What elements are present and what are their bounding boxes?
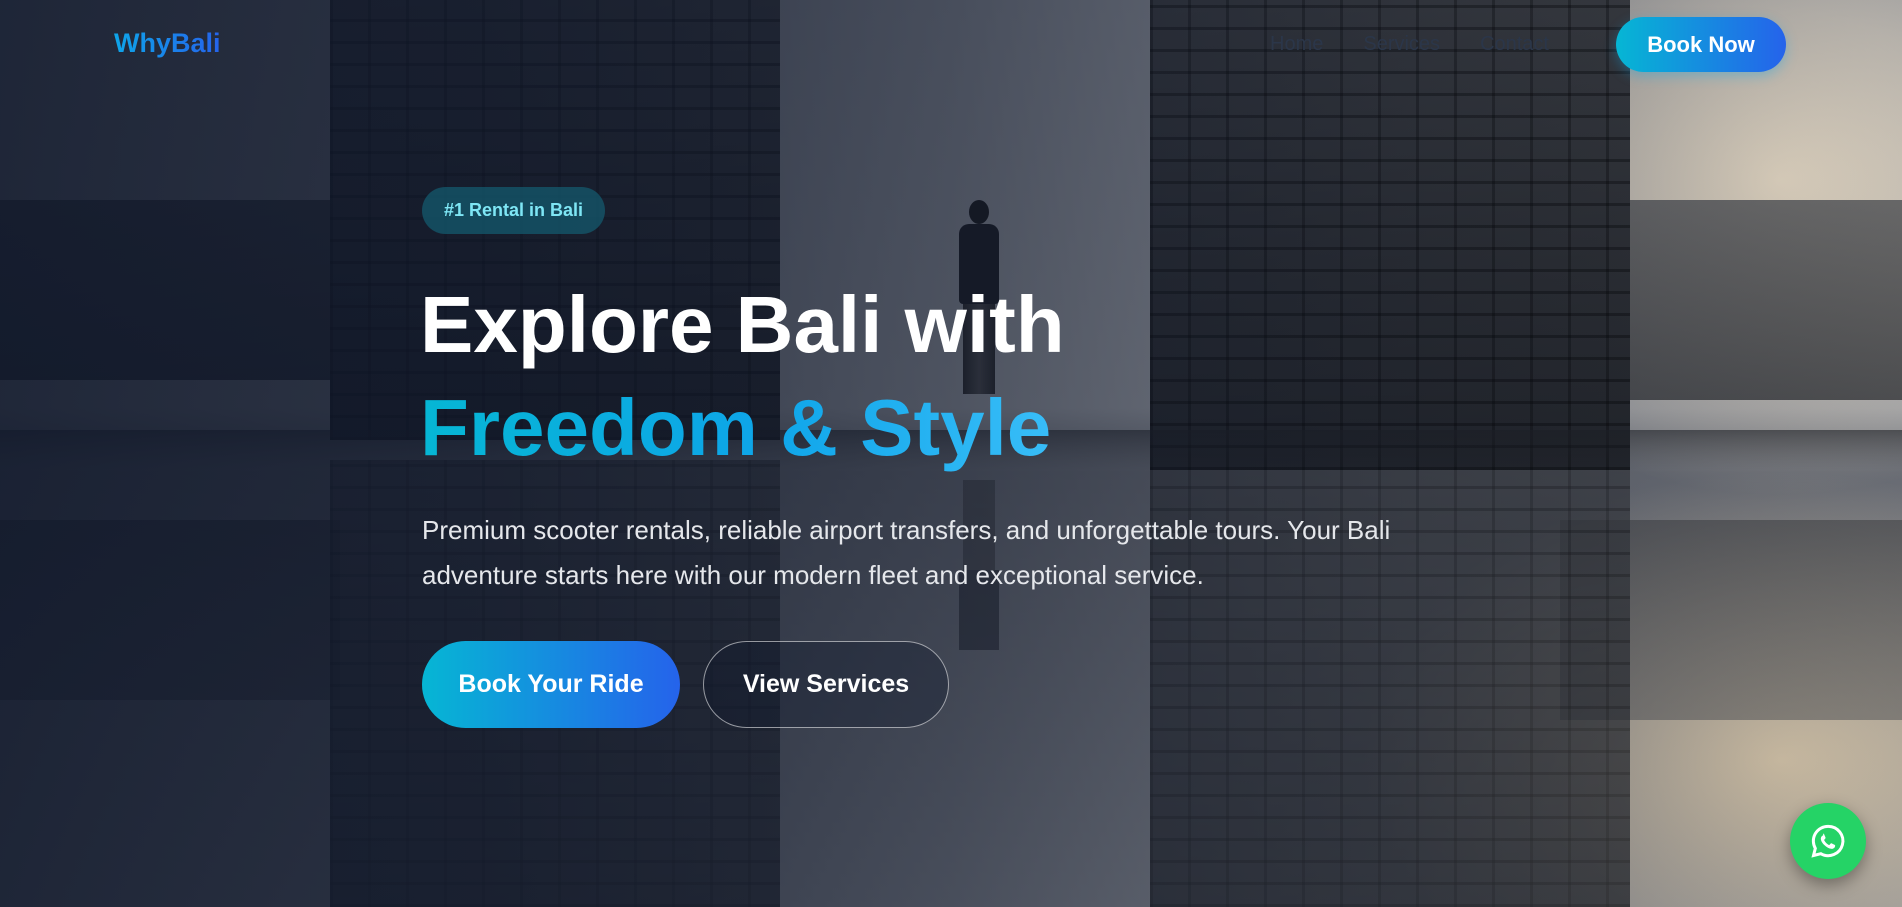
nav-link-home[interactable]: Home bbox=[1270, 33, 1323, 56]
hero-title-line1: Explore Bali with bbox=[420, 280, 1065, 369]
rental-badge: #1 Rental in Bali bbox=[422, 187, 606, 234]
whatsapp-button[interactable] bbox=[1790, 803, 1866, 879]
whatsapp-icon bbox=[1808, 821, 1848, 861]
logo[interactable]: WhyBali bbox=[114, 28, 221, 59]
book-now-button[interactable]: Book Now bbox=[1616, 17, 1786, 72]
view-services-button[interactable]: View Services bbox=[703, 641, 949, 728]
nav-link-services[interactable]: Services bbox=[1363, 33, 1440, 56]
hero-subtitle: Premium scooter rentals, reliable airpor… bbox=[422, 515, 1391, 590]
nav-link-contact[interactable]: Contact bbox=[1480, 33, 1549, 56]
book-your-ride-button[interactable]: Book Your Ride bbox=[422, 641, 680, 728]
nav-links: Home Services Contact bbox=[1270, 33, 1549, 56]
top-nav: WhyBali Home Services Contact Book Now bbox=[0, 0, 1902, 90]
hero-title-line2: Freedom & Style bbox=[420, 378, 1051, 478]
hero-section: WhyBali Home Services Contact Book Now #… bbox=[0, 0, 1902, 907]
